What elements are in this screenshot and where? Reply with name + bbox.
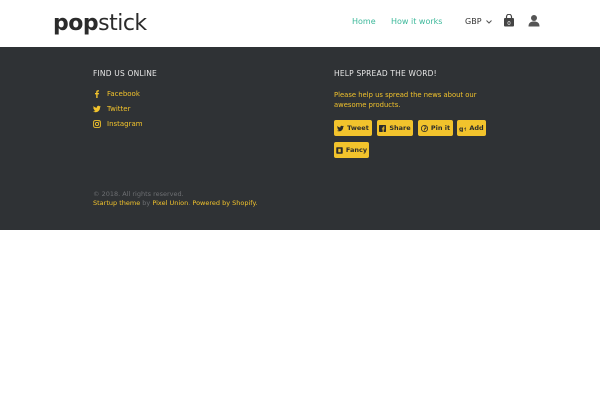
cart-count: 0: [507, 21, 511, 27]
facebook-icon: [379, 124, 387, 132]
fancy-icon: [336, 146, 343, 154]
find-us-title: FIND US ONLINE: [93, 69, 157, 78]
share-button[interactable]: Share: [377, 120, 413, 136]
fancy-label: Fancy: [345, 146, 368, 154]
credits-text: Startup theme by Pixel Union. Powered by…: [93, 199, 258, 207]
theme-link[interactable]: Startup theme: [93, 199, 140, 207]
by-text: by: [142, 199, 151, 207]
google-plus-icon: g+: [459, 125, 466, 131]
add-label: Add: [469, 124, 484, 132]
facebook-icon: [95, 90, 99, 98]
social-link-instagram[interactable]: Instagram: [93, 120, 143, 128]
powered-by-link[interactable]: Powered by Shopify.: [192, 199, 257, 207]
chevron-down-icon: [486, 19, 492, 24]
social-link-twitter[interactable]: Twitter: [93, 105, 130, 113]
tweet-label: Tweet: [347, 124, 369, 132]
author-link[interactable]: Pixel Union: [152, 199, 188, 207]
svg-text:g+: g+: [459, 125, 466, 131]
social-label: Twitter: [107, 105, 131, 113]
site-header: popstick Home How it works GBP 0: [0, 0, 600, 47]
logo-light: stick: [98, 11, 147, 36]
page-body: [0, 230, 600, 400]
instagram-icon: [93, 120, 101, 128]
add-button[interactable]: g+Add: [457, 120, 486, 136]
logo[interactable]: popstick: [53, 11, 147, 36]
twitter-icon: [337, 125, 344, 131]
twitter-icon: [93, 105, 101, 113]
currency-selector[interactable]: GBP: [465, 17, 492, 26]
logo-bold: pop: [53, 11, 99, 36]
share-label: Share: [389, 124, 411, 132]
nav-home-link[interactable]: Home: [352, 17, 376, 26]
social-link-facebook[interactable]: Facebook: [93, 90, 140, 98]
site-footer: FIND US ONLINE Facebook Twitter Instagra…: [0, 47, 600, 230]
spread-text: Please help us spread the news about our…: [334, 91, 477, 109]
currency-value: GBP: [465, 17, 482, 26]
pinterest-icon: [420, 124, 428, 132]
social-label: Instagram: [107, 120, 143, 128]
pin-it-label: Pin it: [430, 124, 451, 132]
cart-icon[interactable]: 0: [503, 14, 515, 27]
pin-it-button[interactable]: Pin it: [418, 120, 453, 136]
tweet-button[interactable]: Tweet: [334, 120, 372, 136]
copyright-text: © 2018. All rights reserved.: [93, 190, 184, 198]
user-icon[interactable]: [528, 14, 540, 27]
fancy-button[interactable]: Fancy: [334, 142, 369, 158]
spread-title: HELP SPREAD THE WORD!: [334, 69, 437, 78]
nav-how-it-works-link[interactable]: How it works: [391, 17, 442, 26]
social-label: Facebook: [107, 90, 140, 98]
